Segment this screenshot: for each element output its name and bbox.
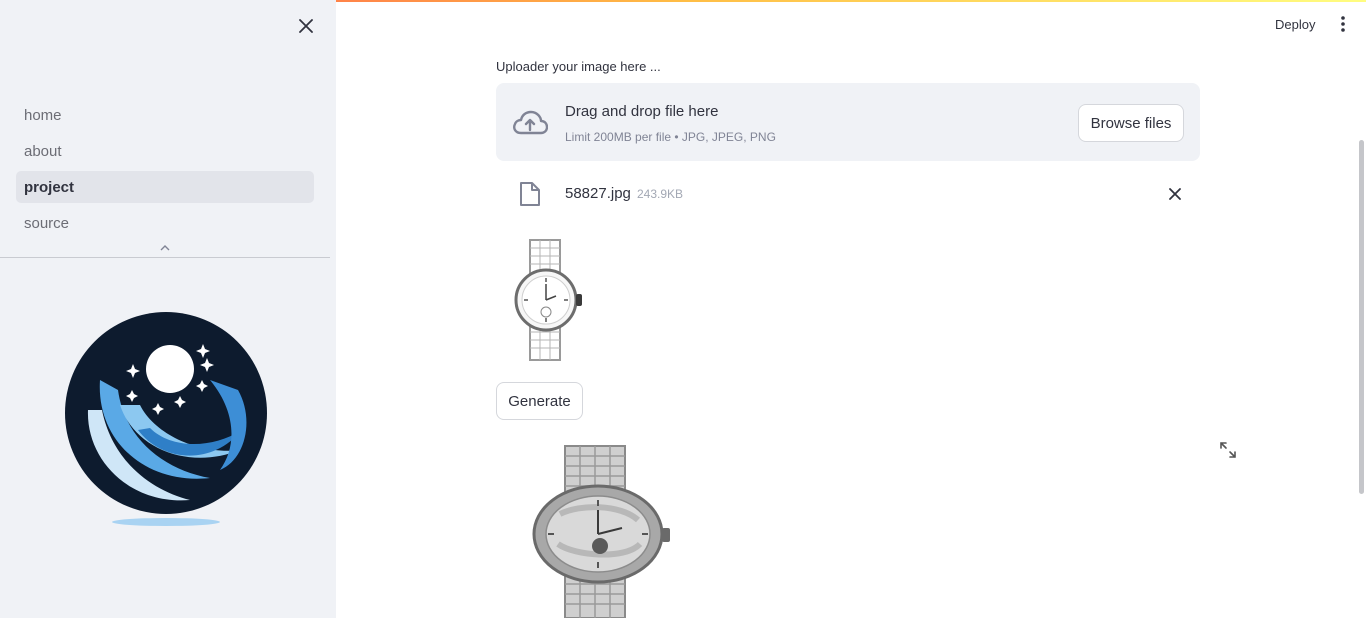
close-icon [1169, 188, 1181, 200]
file-dropzone[interactable]: Drag and drop file here Limit 200MB per … [496, 83, 1200, 161]
cloud-upload-icon [513, 110, 548, 135]
nav-collapse-button[interactable] [157, 242, 173, 254]
sidebar-item-label: about [24, 142, 62, 160]
kebab-menu-icon [1341, 16, 1345, 32]
generate-button[interactable]: Generate [496, 382, 583, 420]
uploaded-watch-image [514, 239, 582, 361]
sidebar: home about project source [0, 0, 336, 618]
file-icon [520, 182, 540, 206]
generated-watch-image [532, 445, 670, 618]
main-menu-button[interactable] [1334, 14, 1352, 34]
uploaded-file-size: 243.9KB [637, 187, 684, 201]
close-icon [299, 19, 313, 33]
sidebar-nav: home about project source [16, 99, 314, 243]
deploy-button[interactable]: Deploy [1275, 17, 1315, 32]
uploaded-file-row: 58827.jpg 243.9KB [496, 176, 1200, 212]
sidebar-divider [0, 257, 330, 258]
browse-files-button[interactable]: Browse files [1078, 104, 1184, 142]
sidebar-item-home[interactable]: home [16, 99, 314, 131]
uploaded-file-name: 58827.jpg [565, 185, 631, 202]
remove-file-button[interactable] [1167, 186, 1183, 202]
sidebar-item-source[interactable]: source [16, 207, 314, 239]
sidebar-item-label: project [24, 178, 75, 196]
fullscreen-icon[interactable] [1219, 441, 1237, 459]
sidebar-item-label: home [24, 106, 62, 124]
main-scrollbar[interactable] [1359, 140, 1364, 494]
sidebar-close-button[interactable] [296, 16, 316, 36]
dropzone-limit-text: Limit 200MB per file • JPG, JPEG, PNG [565, 130, 776, 144]
dropzone-title: Drag and drop file here [565, 103, 719, 120]
sidebar-item-label: source [24, 214, 70, 232]
sidebar-item-about[interactable]: about [16, 135, 314, 167]
uploader-label: Uploader your image here ... [496, 59, 661, 74]
moon-stars-logo [65, 312, 267, 526]
sidebar-item-project[interactable]: project [16, 171, 314, 203]
chevron-up-icon [160, 245, 170, 251]
